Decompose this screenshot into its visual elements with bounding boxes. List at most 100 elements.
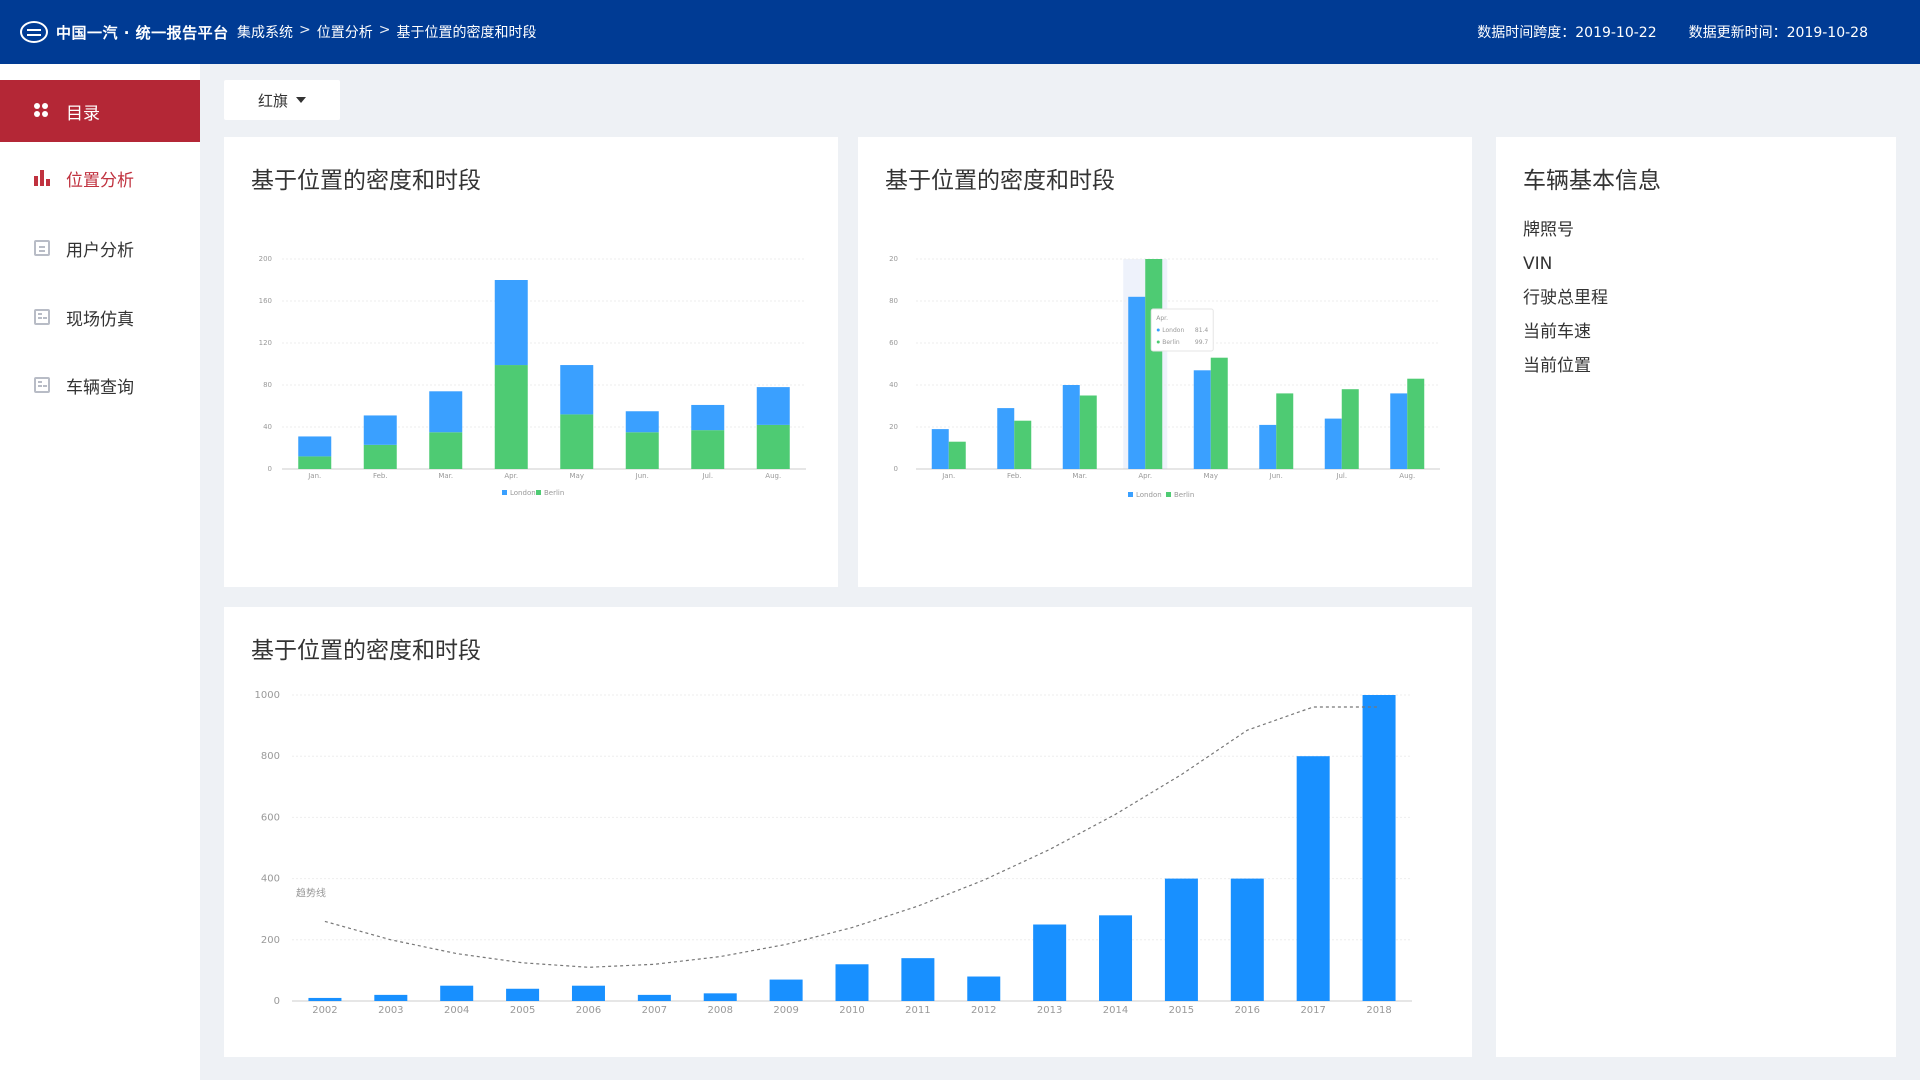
vehicle-info-card: 车辆基本信息 牌照号 VIN 行驶总里程 当前车速 当前位置: [1496, 137, 1896, 1057]
x-tick-label: Jun.: [1269, 472, 1283, 480]
bar-year: [835, 964, 869, 1001]
sidebar: 目录 位置分析 用户分析 现场仿真 车辆查询: [0, 64, 200, 1080]
faw-emblem-icon: [20, 21, 48, 43]
data-span-text: 数据时间跨度：2019-10-22: [1477, 25, 1657, 41]
brand-logo[interactable]: 中国一汽 · 统一报告平台: [20, 18, 229, 46]
sidebar-item-vehicle-query[interactable]: 车辆查询: [0, 354, 200, 416]
tooltip-series-value: 81.4: [1195, 327, 1209, 334]
info-field-location: 当前位置: [1523, 356, 1591, 376]
bar-year: [1296, 756, 1330, 1001]
bar-london: [1062, 385, 1080, 469]
x-tick-label: 2012: [971, 1005, 996, 1016]
bar-london: [429, 391, 463, 433]
bar-year: [506, 988, 540, 1001]
info-field-vin: VIN: [1523, 254, 1553, 274]
bar-year: [901, 958, 935, 1001]
bar-berlin: [1276, 393, 1294, 469]
bar-berlin: [1407, 378, 1425, 469]
sidebar-item-label: 用户分析: [66, 240, 134, 261]
y-tick-label: 40: [889, 381, 898, 389]
x-tick-label: Mar.: [438, 472, 453, 480]
sidebar-item-location-analysis[interactable]: 位置分析: [0, 147, 200, 209]
grouped-bar-chart: 0 20 40 60 80 20 Jan. Feb. Mar. Apr. May Jun. Jul. Au…: [889, 255, 1440, 499]
sidebar-item-label: 现场仿真: [66, 309, 134, 330]
x-tick-label: Apr.: [504, 472, 518, 480]
x-tick-label: 2013: [1037, 1005, 1062, 1016]
legend-label-london: London: [510, 489, 536, 497]
breadcrumb: 集成系统 > 位置分析 > 基于位置的密度和时段: [237, 22, 536, 42]
update-time-text: 数据更新时间：2019-10-28: [1688, 25, 1868, 41]
chart-card-grouped: 基于位置的密度和时段 0 20 40 60 80 20 Jan. Feb. Mar. Apr. Ma…: [858, 137, 1472, 587]
platform-name: 中国一汽 · 统一报告平台: [56, 23, 229, 42]
bar-year: [374, 994, 408, 1001]
tooltip-series-name: London: [1162, 327, 1184, 334]
breadcrumb-item-current: 基于位置的密度和时段: [396, 25, 537, 41]
brand-select[interactable]: 红旗: [224, 80, 340, 120]
x-tick-label: Jan.: [941, 472, 955, 480]
top-header: 中国一汽 · 统一报告平台 集成系统 > 位置分析 > 基于位置的密度和时段 数…: [0, 0, 1920, 64]
bar-year: [1099, 915, 1133, 1001]
legend-swatch-berlin: [536, 490, 541, 495]
yearly-bar-chart: 0 200 400 600 800 1000 2002 2003 2004 2005 2006 200…: [255, 690, 1412, 1016]
sidebar-item-simulation[interactable]: 现场仿真: [0, 286, 200, 348]
x-tick-label: 2009: [773, 1005, 798, 1016]
bar-year: [967, 976, 1001, 1001]
y-tick-label: 600: [261, 812, 280, 823]
trendline-label: 趋势线: [296, 886, 326, 899]
sidebar-item-label: 车辆查询: [66, 377, 134, 398]
x-tick-label: 2006: [576, 1005, 601, 1016]
info-field-speed: 当前车速: [1523, 322, 1591, 342]
bar-year: [308, 997, 342, 1001]
stacked-bar-chart: 0 40 80 120 160 200 Jan. Feb. Mar. Apr. May Jun. Jul…: [259, 255, 806, 497]
x-tick-label: Feb.: [1007, 472, 1022, 480]
x-tick-label: 2005: [510, 1005, 535, 1016]
sidebar-item-catalog[interactable]: 目录: [0, 80, 200, 142]
bar-berlin: [948, 441, 966, 469]
y-tick-label: 80: [889, 297, 898, 305]
tooltip-series-value: 99.7: [1195, 339, 1209, 346]
x-tick-label: 2016: [1235, 1005, 1260, 1016]
sidebar-item-user-analysis[interactable]: 用户分析: [0, 217, 200, 279]
x-tick-label: 2002: [312, 1005, 337, 1016]
legend-label-berlin: Berlin: [1174, 491, 1194, 499]
info-field-plate: 牌照号: [1523, 220, 1574, 240]
bar-london: [1324, 418, 1342, 469]
bar-berlin: [1014, 420, 1032, 469]
form-icon: [34, 309, 50, 325]
y-tick-label: 1000: [255, 690, 280, 701]
breadcrumb-separator: >: [378, 22, 391, 38]
x-tick-label: 2008: [708, 1005, 733, 1016]
y-tick-label: 20: [889, 423, 898, 431]
bar-berlin: [625, 432, 659, 469]
y-tick-label: 800: [261, 751, 280, 762]
y-tick-label: 160: [259, 297, 272, 305]
legend-swatch-berlin: [1166, 492, 1171, 497]
x-tick-label: 2015: [1169, 1005, 1194, 1016]
bar-year: [1230, 878, 1264, 1001]
bar-year: [1362, 695, 1396, 1001]
breadcrumb-item-location[interactable]: 位置分析: [317, 22, 373, 42]
legend-swatch-london: [502, 490, 507, 495]
bar-berlin: [560, 414, 594, 469]
bar-london: [363, 415, 397, 445]
x-tick-label: May: [570, 472, 584, 480]
sidebar-item-label: 位置分析: [66, 170, 134, 191]
bar-london: [1390, 393, 1408, 469]
bar-year: [703, 993, 737, 1001]
grid-icon: [34, 103, 50, 119]
y-tick-label: 0: [274, 996, 280, 1007]
x-tick-label: Aug.: [765, 472, 781, 480]
y-tick-label: 0: [268, 465, 272, 473]
y-tick-label: 40: [263, 423, 272, 431]
bar-berlin: [363, 444, 397, 469]
sidebar-item-label: 目录: [66, 103, 100, 124]
x-tick-label: 2004: [444, 1005, 469, 1016]
x-tick-label: Aug.: [1399, 472, 1415, 480]
x-tick-label: Jun.: [635, 472, 649, 480]
bar-london: [931, 429, 949, 469]
x-tick-label: 2007: [642, 1005, 667, 1016]
breadcrumb-item-system[interactable]: 集成系统: [237, 22, 293, 42]
bar-berlin: [298, 456, 332, 469]
x-tick-label: 2011: [905, 1005, 930, 1016]
chart-card-yearly: 基于位置的密度和时段 0 200 400 600 800 1000 2002 2003 2004…: [224, 607, 1472, 1057]
